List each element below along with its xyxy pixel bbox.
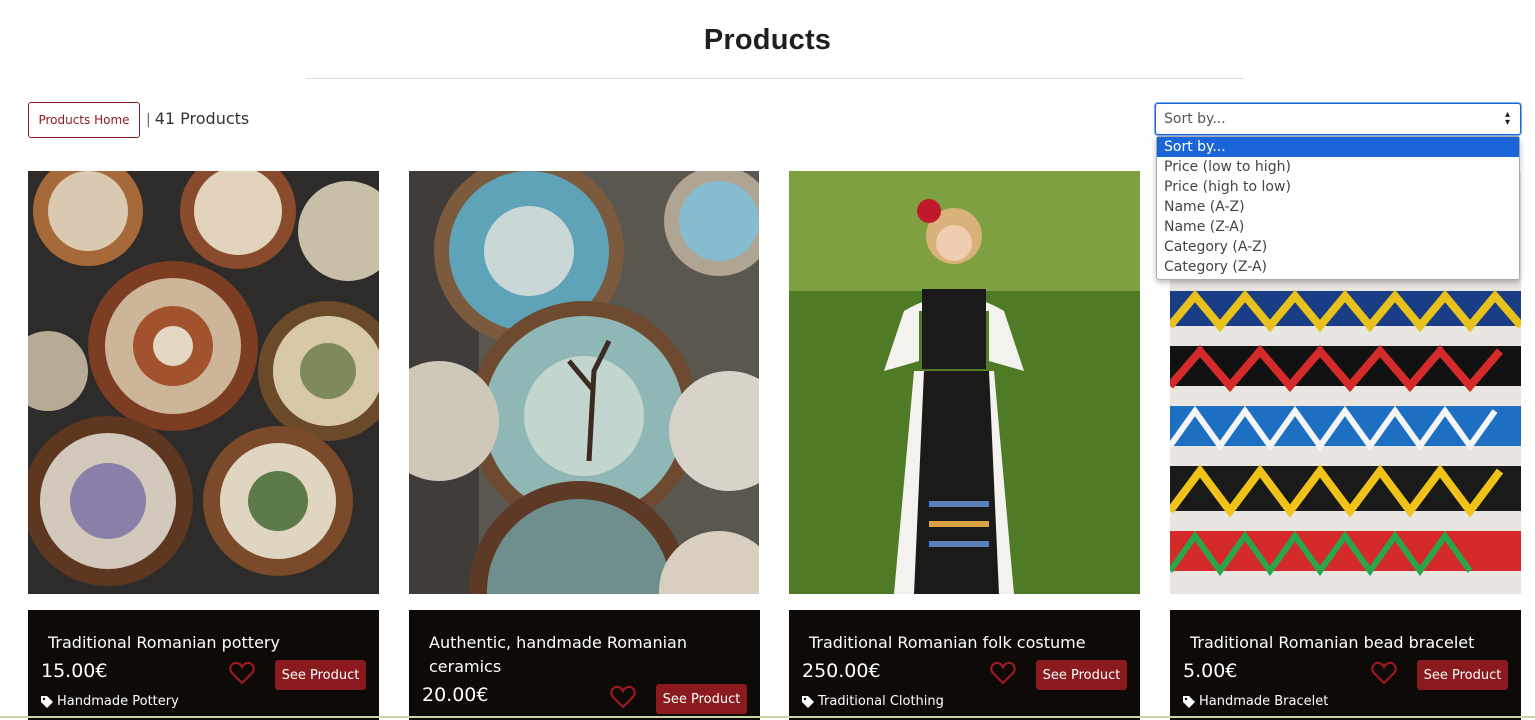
product-category-label: Handmade Pottery xyxy=(57,694,179,709)
product-name[interactable]: Traditional Romanian pottery xyxy=(48,631,348,655)
heart-outline-icon[interactable] xyxy=(990,661,1016,685)
see-product-button[interactable]: See Product xyxy=(1417,660,1508,690)
product-price: 20.00€ xyxy=(422,684,489,706)
product-card: Traditional Romanian pottery 15.00€ See … xyxy=(28,171,379,720)
product-category-label: Traditional Clothing xyxy=(818,694,944,709)
tag-icon xyxy=(802,695,814,708)
sort-chevrons-icon: ▴ ▾ xyxy=(1504,109,1510,128)
product-image-pottery[interactable] xyxy=(28,171,379,594)
product-category[interactable]: Traditional Clothing xyxy=(802,694,944,709)
see-product-button[interactable]: See Product xyxy=(1036,660,1127,690)
heart-outline-icon[interactable] xyxy=(229,661,255,685)
product-card: Authentic, handmade Romanian ceramics 20… xyxy=(409,171,760,720)
sort-option-name-asc[interactable]: Name (A-Z) xyxy=(1157,197,1519,217)
see-product-button[interactable]: See Product xyxy=(656,684,747,714)
product-category[interactable]: Handmade Bracelet xyxy=(1183,694,1328,709)
count-separator: | xyxy=(146,112,151,128)
product-name[interactable]: Authentic, handmade Romanian ceramics xyxy=(429,631,729,679)
product-info: Traditional Romanian pottery 15.00€ See … xyxy=(28,610,379,720)
sort-select-value: Sort by... xyxy=(1164,111,1226,127)
product-info: Traditional Romanian bead bracelet 5.00€… xyxy=(1170,610,1521,720)
product-category-label: Handmade Bracelet xyxy=(1199,694,1329,709)
product-card: Traditional Romanian folk costume 250.00… xyxy=(789,171,1140,720)
tag-icon xyxy=(1183,695,1195,708)
see-product-button[interactable]: See Product xyxy=(275,660,366,690)
product-count: | 41 Products xyxy=(146,109,249,128)
product-name[interactable]: Traditional Romanian bead bracelet xyxy=(1190,631,1490,655)
sort-option-price-desc[interactable]: Price (high to low) xyxy=(1157,177,1519,197)
product-category[interactable]: Handmade Pottery xyxy=(41,694,179,709)
product-price: 250.00€ xyxy=(802,660,881,682)
product-price: 15.00€ xyxy=(41,660,108,682)
product-info: Traditional Romanian folk costume 250.00… xyxy=(789,610,1140,720)
product-name[interactable]: Traditional Romanian folk costume xyxy=(809,631,1109,655)
sort-dropdown: Sort by... Price (low to high) Price (hi… xyxy=(1156,136,1520,280)
heart-outline-icon[interactable] xyxy=(610,685,636,709)
product-image-folk-costume[interactable] xyxy=(789,171,1140,594)
product-count-label: 41 Products xyxy=(154,109,250,128)
title-divider xyxy=(306,78,1244,79)
product-info: Authentic, handmade Romanian ceramics 20… xyxy=(409,610,760,720)
sort-option-category-asc[interactable]: Category (A-Z) xyxy=(1157,237,1519,257)
products-home-button[interactable]: Products Home xyxy=(28,102,140,138)
sort-option-default[interactable]: Sort by... xyxy=(1157,137,1519,157)
tag-icon xyxy=(41,695,53,708)
sort-select[interactable]: Sort by... ▴ ▾ xyxy=(1155,103,1521,135)
sort-option-name-desc[interactable]: Name (Z-A) xyxy=(1157,217,1519,237)
page-title: Products xyxy=(703,24,832,56)
heart-outline-icon[interactable] xyxy=(1371,661,1397,685)
sort-option-category-desc[interactable]: Category (Z-A) xyxy=(1157,257,1519,277)
product-image-ceramics[interactable] xyxy=(409,171,760,594)
sort-option-price-asc[interactable]: Price (low to high) xyxy=(1157,157,1519,177)
product-price: 5.00€ xyxy=(1183,660,1238,682)
